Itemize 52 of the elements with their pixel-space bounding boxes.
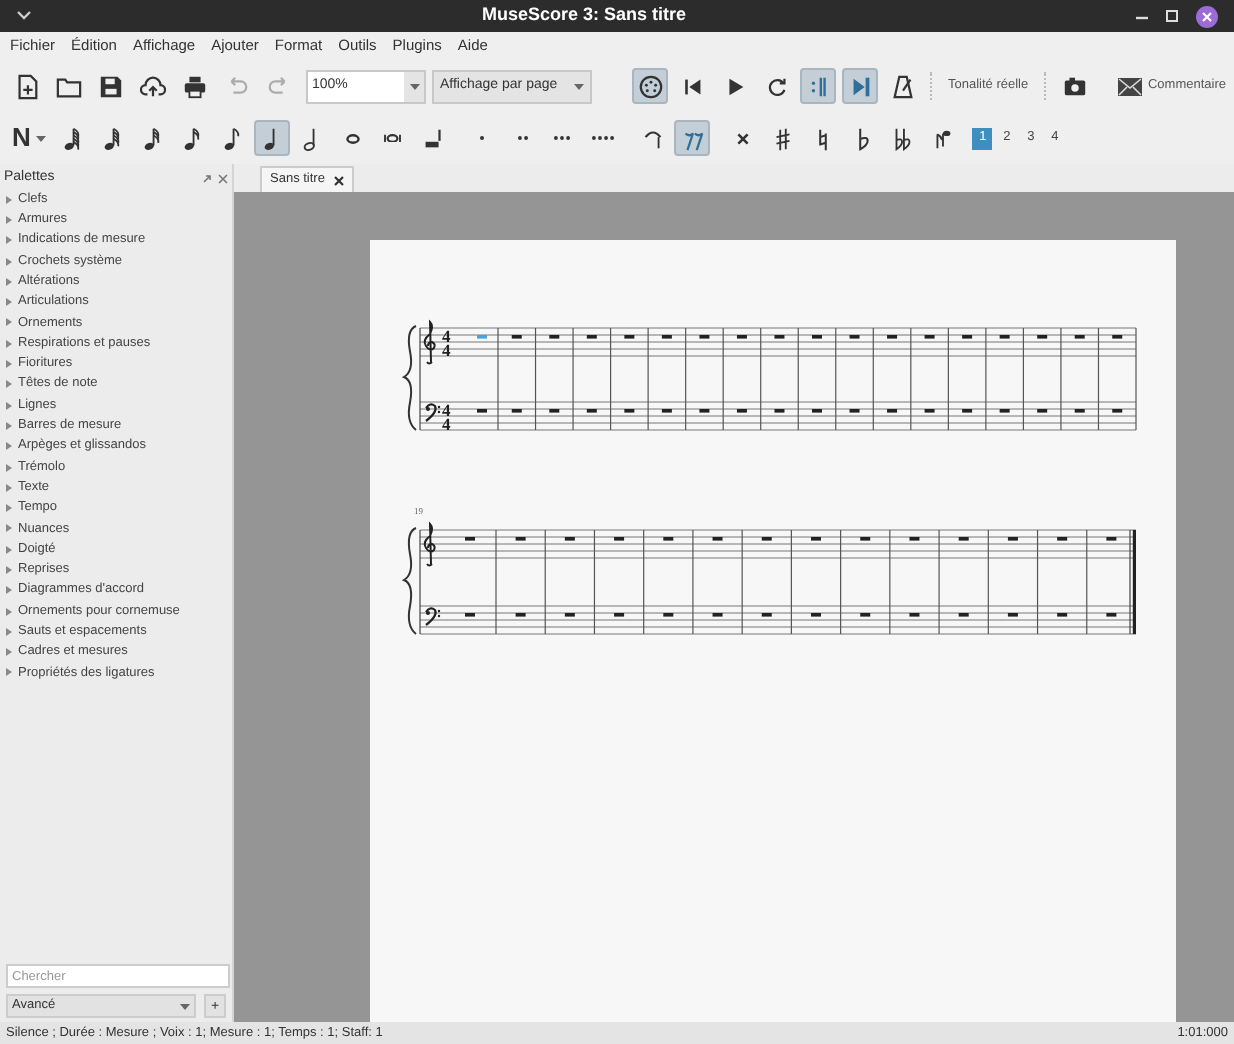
breve-icon [384,133,402,143]
brace-icon [403,325,417,431]
expand-arrow-icon[interactable] [6,236,12,245]
expand-arrow-icon[interactable] [6,318,12,327]
note-input-button[interactable]: N [8,120,51,156]
treble-clef-icon [423,523,436,567]
expand-arrow-icon[interactable] [6,401,12,410]
expand-arrow-icon[interactable] [6,360,12,369]
expand-arrow-icon[interactable] [6,195,12,204]
close-icon[interactable] [334,175,345,185]
expand-arrow-icon[interactable] [6,483,12,492]
caret-icon [574,83,584,89]
bass-clef-icon [425,403,441,422]
envelope-icon [1117,77,1142,95]
expand-arrow-icon[interactable] [6,586,12,595]
brace-icon [403,527,417,635]
expand-arrow-icon[interactable] [6,339,12,348]
close-icon[interactable] [1196,5,1218,27]
expand-arrow-icon[interactable] [6,257,12,266]
expand-arrow-icon[interactable] [6,668,12,677]
note-button[interactable] [254,120,291,156]
maximize-icon[interactable] [1166,10,1178,22]
expand-arrow-icon[interactable] [6,565,12,574]
camera-icon [1061,73,1088,99]
treble-clef-icon [423,321,436,365]
caret-icon [409,83,419,89]
chevron-down-icon[interactable] [16,10,32,22]
expand-arrow-icon[interactable] [6,277,12,286]
tie-icon [639,125,666,151]
expand-arrow-icon[interactable] [6,504,12,513]
expand-arrow-icon[interactable] [6,607,12,616]
caret-icon [180,1003,191,1009]
window-title: MuseScore 3: Sans titre [481,2,687,29]
loop-icon [763,73,789,99]
expand-arrow-icon[interactable] [6,380,12,389]
expand-arrow-icon[interactable] [6,421,12,430]
metronome-icon [889,73,915,99]
note-icon [345,133,360,143]
expand-arrow-icon[interactable] [6,298,12,307]
caret-icon [36,135,47,141]
midi-button[interactable] [632,68,668,104]
expand-arrow-icon[interactable] [6,442,12,451]
rest-button[interactable] [674,120,711,156]
bass-clef-icon [425,607,441,626]
expand-arrow-icon[interactable] [6,627,12,636]
expand-arrow-icon[interactable] [6,648,12,657]
expand-arrow-icon[interactable] [6,545,12,554]
expand-arrow-icon[interactable] [6,215,12,224]
expand-arrow-icon[interactable] [6,463,12,471]
midi-icon [637,73,663,99]
expand-arrow-icon[interactable] [6,524,12,533]
float-icon[interactable] [202,173,212,184]
